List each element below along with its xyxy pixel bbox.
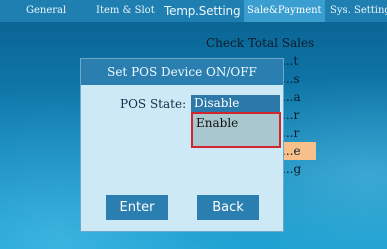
enter-button[interactable]: Enter — [106, 195, 168, 220]
menu-item-check-total-sales[interactable]: Check Total Sales — [206, 34, 316, 52]
back-button[interactable]: Back — [197, 195, 259, 220]
pos-state-label: POS State: — [120, 97, 187, 111]
tab-temp-setting[interactable]: Temp.Setting — [164, 0, 241, 22]
tab-sys-setting[interactable]: Sys. Setting — [330, 0, 387, 22]
set-pos-dialog: Set POS Device ON/OFF POS State: Disable… — [80, 58, 284, 232]
tab-item-and-slot[interactable]: Item & Slot — [96, 0, 155, 22]
top-tab-bar: General Item & Slot Temp.Setting Sale&Pa… — [0, 0, 387, 22]
dialog-title: Set POS Device ON/OFF — [81, 59, 283, 85]
pos-state-dropdown[interactable]: Disable — [191, 95, 280, 112]
tab-general[interactable]: General — [26, 0, 66, 22]
option-enable[interactable]: Enable — [196, 116, 238, 130]
pos-state-options-list: Enable — [191, 112, 281, 148]
tab-sale-and-payment[interactable]: Sale&Payment — [244, 0, 325, 22]
